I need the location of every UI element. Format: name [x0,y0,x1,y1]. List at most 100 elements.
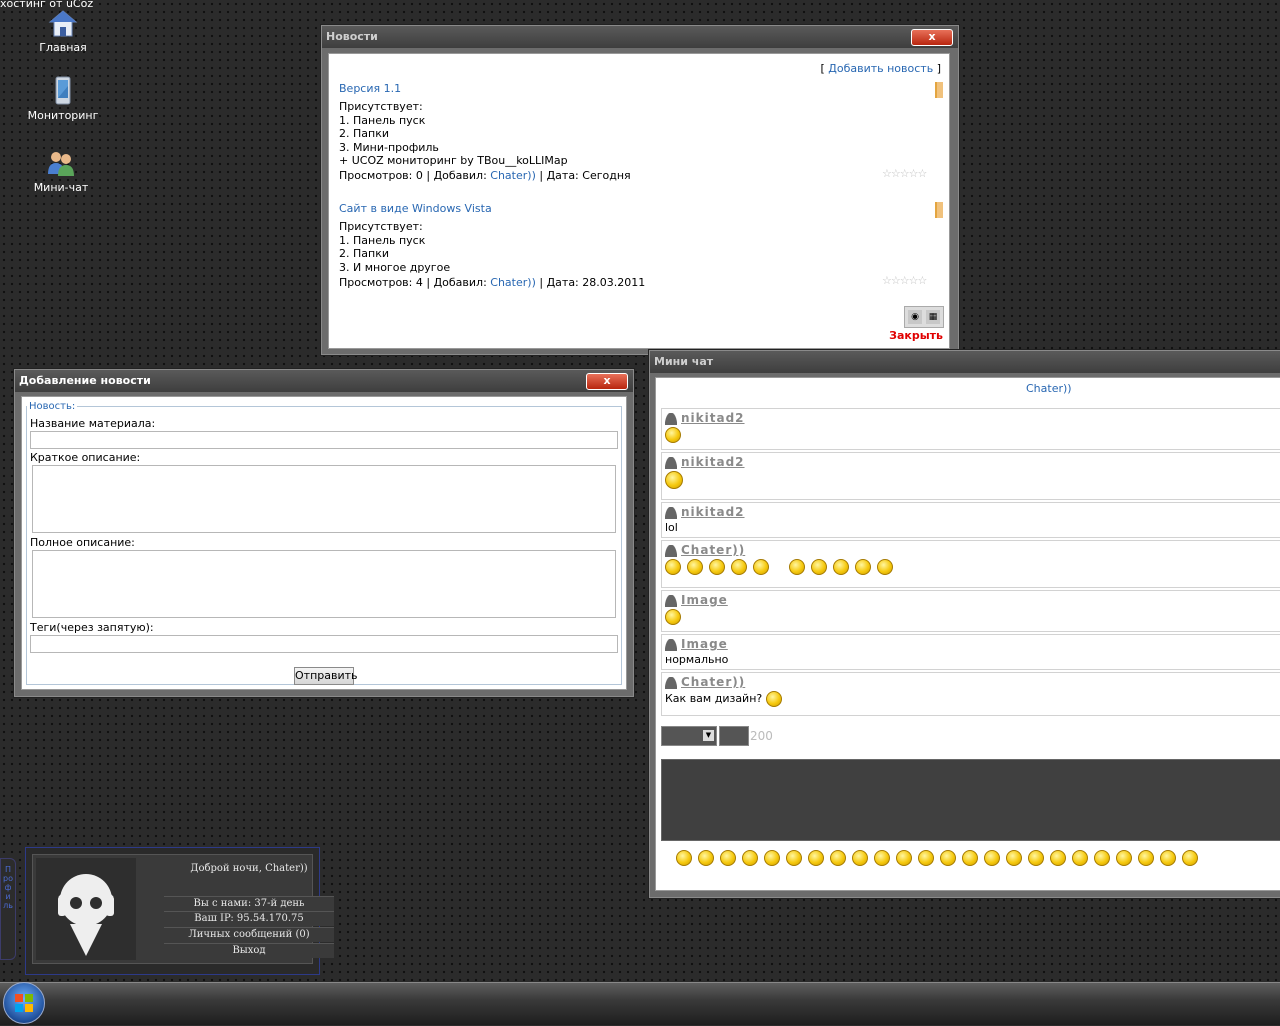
news-window-titlebar[interactable]: Новости x [322,26,958,48]
chat-text: Как вам дизайн? [665,692,763,705]
smiley-icon[interactable] [852,850,868,866]
chat-nick[interactable]: Chater)) [681,543,745,557]
smiley-icon [665,427,681,443]
desktop-icon-minichat[interactable]: Мини-чат [16,148,106,194]
minichat-titlebar[interactable]: Мини чат [650,351,1280,373]
smiley-icon[interactable] [918,850,934,866]
desktop-icon-monitoring[interactable]: Мониторинг [18,76,108,122]
rating-stars[interactable]: ☆☆☆☆☆ [882,274,927,287]
smiley-icon [855,559,871,575]
avatar[interactable] [36,858,136,960]
smiley-icon[interactable] [1138,850,1154,866]
folder-icon[interactable] [935,82,943,98]
smiley-icon [731,559,747,575]
smiley-icon[interactable] [940,850,956,866]
full-desc-label: Полное описание: [30,536,135,549]
news-entry-body: Присутствует: 1. Панель пуск 2. Папки 3.… [339,220,451,274]
eye-icon[interactable]: ◉ [908,310,922,324]
material-name-input[interactable] [30,431,618,449]
smiley-icon[interactable] [786,850,802,866]
chat-nick[interactable]: Chater)) [681,675,745,689]
minichat-window: Мини чат Chater)) nikitad2 nikitad2 niki… [649,350,1280,898]
smiley-icon[interactable] [874,850,890,866]
chat-message: Chater)) [661,540,1280,588]
desktop-icon-home[interactable]: Главная [18,8,108,54]
smiley-icon[interactable] [720,850,736,866]
close-button[interactable]: x [911,29,953,46]
chat-text: нормально [665,653,729,666]
close-link[interactable]: Закрыть [889,329,943,342]
profile-messages-link[interactable]: Личных сообщений (0) [164,927,334,942]
minichat-content: Chater)) nikitad2 nikitad2 nikitad2 lol … [655,377,1280,891]
folder-icon[interactable] [935,202,943,218]
smiley-icon[interactable] [742,850,758,866]
chat-nick[interactable]: nikitad2 [681,411,745,425]
chat-user-link[interactable]: Chater)) [1026,382,1072,395]
news-entry-meta: Просмотров: 0 | Добавил: Chater)) | Дата… [339,169,631,182]
user-icon [665,595,677,607]
chat-nick[interactable]: nikitad2 [681,505,745,519]
add-news-link[interactable]: Добавить новость [828,62,933,75]
smiley-icon[interactable] [1072,850,1088,866]
chat-message: nikitad2 [661,408,1280,450]
smiley-icon[interactable] [1160,850,1176,866]
start-button[interactable] [3,982,45,1024]
chat-select[interactable]: ▼ [661,726,717,746]
news-entry-title[interactable]: Сайт в виде Windows Vista [339,202,492,215]
chevron-down-icon: ▼ [703,730,714,741]
news-entry-body: Присутствует: 1. Панель пуск 2. Папки 3.… [339,100,568,167]
chat-message-input[interactable] [661,759,1280,841]
tags-input[interactable] [30,635,618,653]
submit-button[interactable]: Отправить [294,667,358,685]
chat-ok-button[interactable] [719,726,749,746]
smiley-icon[interactable] [764,850,780,866]
window-title: Новости [326,30,378,43]
full-desc-textarea[interactable] [32,550,616,618]
smiley-icon[interactable] [984,850,1000,866]
smiley-icon[interactable] [1028,850,1044,866]
window-title: Мини чат [654,355,714,368]
short-desc-label: Краткое описание: [30,451,141,464]
short-desc-textarea[interactable] [32,465,616,533]
add-news-form: Новость: Название материала: Краткое опи… [21,396,627,690]
desktop-icon-label: Мониторинг [27,109,99,122]
home-icon [48,10,78,37]
user-icon [665,545,677,557]
smiley-icon [753,559,769,575]
chat-nick[interactable]: nikitad2 [681,455,745,469]
smiley-icon [687,559,703,575]
grid-icon[interactable]: ▦ [926,310,940,324]
add-news-links: [ Добавить новость ] [820,62,941,75]
rating-stars[interactable]: ☆☆☆☆☆ [882,167,927,180]
smiley-icon[interactable] [808,850,824,866]
user-icon [665,677,677,689]
smiley-bar [676,850,1280,874]
chat-nick[interactable]: Image [681,593,728,607]
news-entry-title[interactable]: Версия 1.1 [339,82,401,95]
chat-nick[interactable]: Image [681,637,728,651]
smiley-icon[interactable] [698,850,714,866]
author-link[interactable]: Chater)) [490,276,536,289]
smiley-icon[interactable] [830,850,846,866]
smiley-icon[interactable] [676,850,692,866]
smiley-icon [665,559,681,575]
profile-days: Вы с нами: 37-й день [164,896,334,911]
add-news-titlebar[interactable]: Добавление новости x [15,370,633,392]
chat-text: lol [665,521,678,534]
logout-link[interactable]: Выход [164,943,334,958]
close-button[interactable]: x [586,373,628,390]
smiley-icon[interactable] [1050,850,1066,866]
profile-side-tab[interactable]: Профиль [0,858,16,960]
tags-label: Теги(через запятую): [30,621,154,634]
smiley-icon[interactable] [1094,850,1110,866]
smiley-icon[interactable] [896,850,912,866]
smiley-icon[interactable] [962,850,978,866]
smiley-icon[interactable] [1116,850,1132,866]
smiley-icon [789,559,805,575]
smiley-icon[interactable] [1182,850,1198,866]
author-link[interactable]: Chater)) [490,169,536,182]
smiley-icon [833,559,849,575]
greeting-text: Доброй ночи, Chater)) [190,863,308,874]
smiley-icon[interactable] [1006,850,1022,866]
smiley-icon [877,559,893,575]
